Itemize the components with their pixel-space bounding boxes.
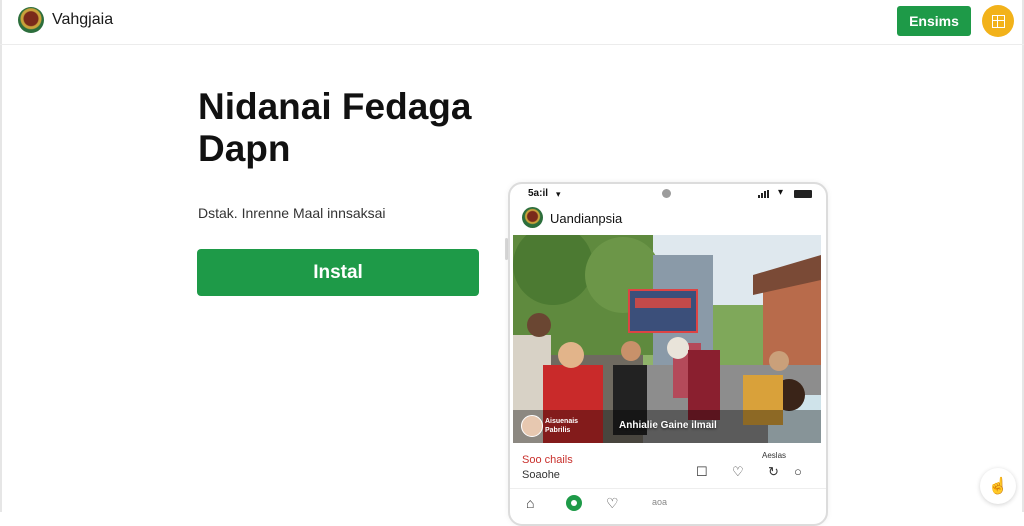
poster-line-2: Pabrilis (545, 427, 571, 434)
frame-left-border (0, 0, 2, 512)
post-meta-right: Aeslas (762, 451, 787, 460)
street-scene-image (513, 235, 821, 443)
poster-avatar[interactable] (521, 415, 543, 437)
phone-status-bar: 5a:il ▾ ▾ (510, 184, 826, 204)
hero-title: Nidanai Fedaga Dapn (198, 86, 472, 169)
bottom-nav: ⌂ ♡ aoa (510, 488, 826, 517)
battery-icon (794, 190, 812, 198)
brand-name[interactable]: Vahgjaia (52, 11, 113, 29)
hero-subtitle: Dstak. Inrenne Maal innsaksai (198, 205, 386, 221)
account-avatar-button[interactable] (982, 5, 1014, 37)
front-camera (662, 189, 671, 198)
post-meta-secondary: Soaohe (522, 469, 560, 481)
app-name: Uandianpsia (550, 211, 623, 226)
photo-caption: Anhialie Gaine ilmail (619, 420, 717, 431)
post-meta-primary: Soo chails (522, 454, 573, 466)
install-button[interactable]: Instal (197, 249, 479, 296)
brand-logo[interactable] (18, 7, 44, 33)
phone-mockup: 5a:il ▾ ▾ Uandianpsia Aisuenais Pabrilis… (508, 182, 828, 526)
header-action-button[interactable]: Ensims (897, 6, 971, 36)
poster-name: Aisuenais Pabrilis (545, 417, 578, 435)
hand-icon: ☝ (988, 478, 1008, 495)
chat-icon[interactable]: ○ (794, 464, 802, 479)
comment-icon[interactable]: ☐ (696, 464, 708, 480)
status-time: 5a:il (528, 188, 549, 199)
share-icon[interactable]: ↻ (768, 464, 779, 480)
wifi-icon: ▾ (556, 189, 561, 199)
heart-icon[interactable]: ♡ (732, 464, 744, 480)
poster-line-1: Aisuenais (545, 418, 579, 425)
signal-icon (758, 190, 769, 198)
app-logo (522, 207, 543, 228)
wifi-icon: ▾ (778, 187, 784, 198)
home-icon[interactable]: ⌂ (526, 495, 534, 511)
top-header: Vahgjaia Ensims (0, 0, 1024, 45)
add-icon[interactable] (566, 495, 582, 511)
feed-photo[interactable]: Aisuenais Pabrilis Anhialie Gaine ilmail (513, 235, 821, 443)
hand-cursor-button[interactable]: ☝ (980, 468, 1016, 504)
grid-icon (991, 14, 1005, 28)
nav-text: aoa (652, 497, 668, 507)
like-icon[interactable]: ♡ (606, 495, 619, 512)
app-header: Uandianpsia (522, 207, 812, 231)
